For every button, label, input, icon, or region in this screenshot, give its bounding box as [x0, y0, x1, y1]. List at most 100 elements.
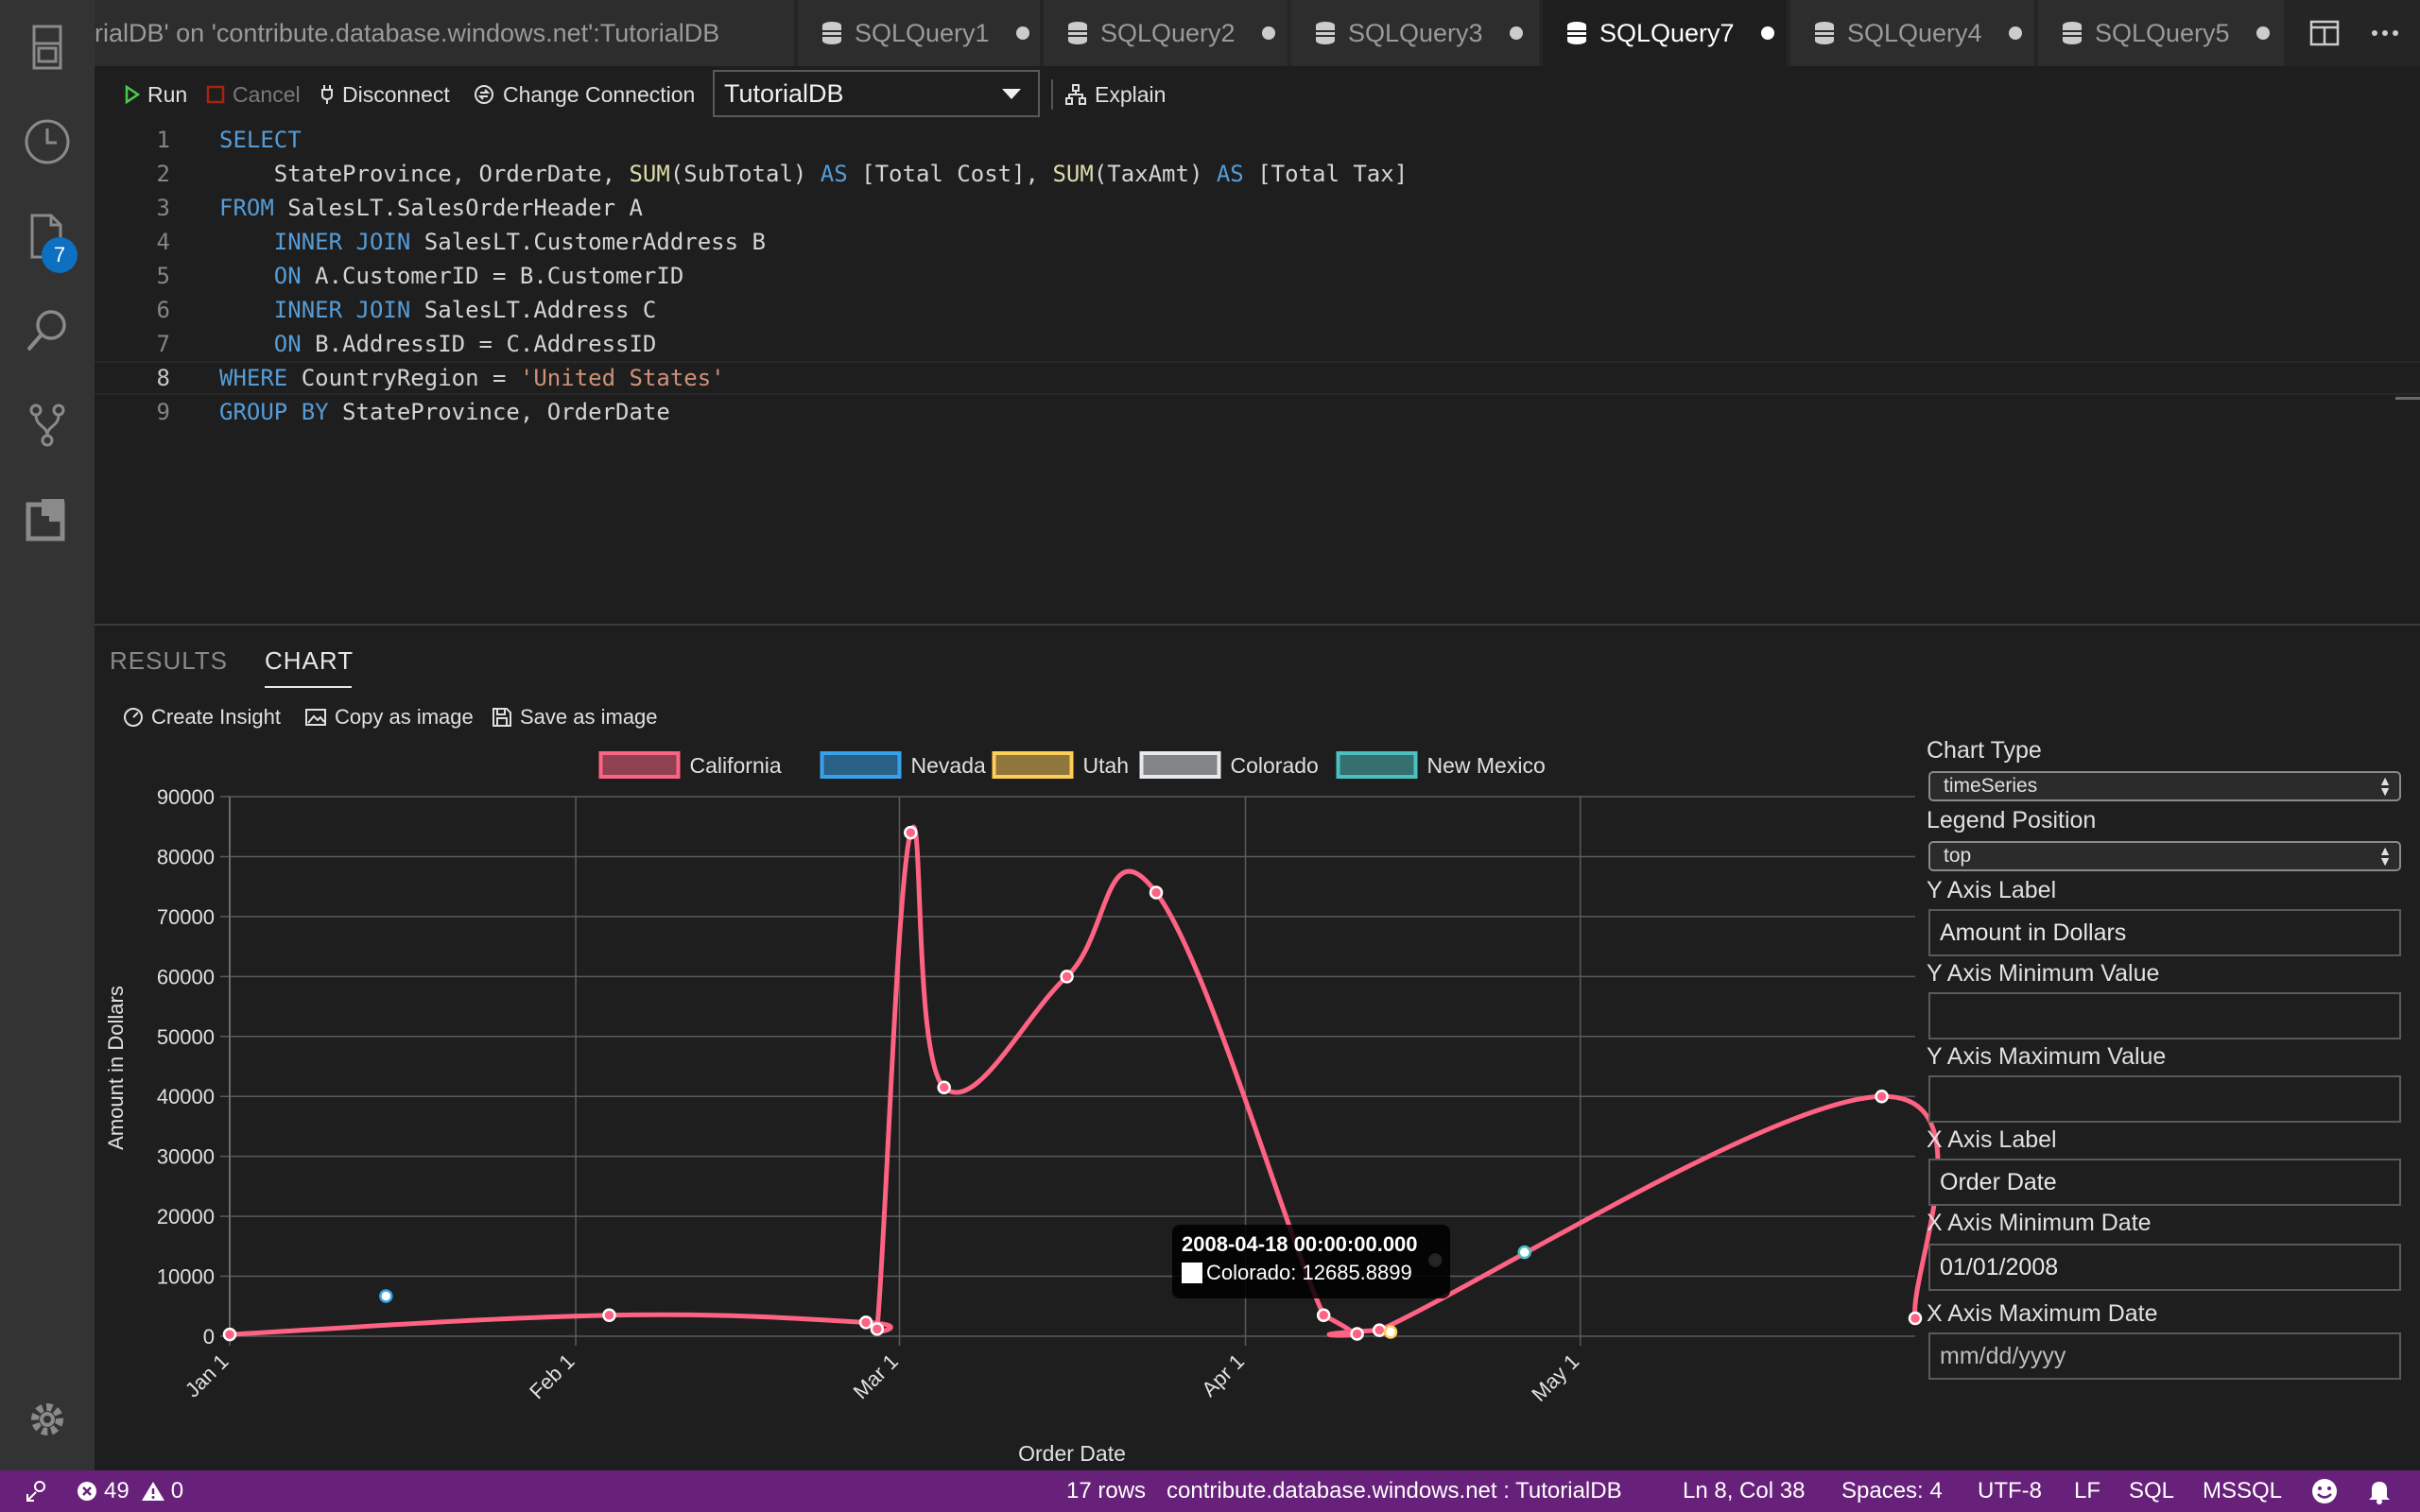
database-select-value: TutorialDB — [724, 78, 844, 108]
unsaved-dot-icon[interactable] — [2008, 26, 2022, 40]
x-axis-max-input[interactable]: mm/dd/yyyy — [1928, 1332, 2401, 1380]
create-insight-button[interactable]: Create Insight — [123, 703, 281, 731]
sql-editor[interactable]: 1 SELECT 2 StateProvince, OrderDate, SUM… — [95, 123, 2420, 624]
code-line: 3 FROM SalesLT.SalesOrderHeader A — [95, 191, 2420, 225]
database-select[interactable]: TutorialDB — [713, 70, 1040, 117]
database-icon — [822, 22, 841, 44]
search-icon[interactable] — [23, 306, 72, 355]
tab-sqlquery5[interactable]: SQLQuery5 — [2038, 0, 2286, 66]
save-as-image-button[interactable]: Save as image — [492, 703, 658, 731]
code-text: FROM SalesLT.SalesOrderHeader A — [219, 195, 643, 221]
line-number: 9 — [156, 399, 170, 425]
save-icon — [493, 708, 511, 727]
code-text: SELECT — [219, 127, 302, 153]
encoding[interactable]: UTF-8 — [1978, 1470, 2042, 1512]
x-axis-min-input[interactable]: 01/01/2008 — [1928, 1244, 2401, 1291]
code-line: 9 GROUP BY StateProvince, OrderDate — [95, 395, 2420, 429]
tab-label: SQLQuery4 — [1847, 18, 1982, 47]
chart-type-value: timeSeries — [1944, 775, 2038, 797]
x-axis-label-input[interactable]: Order Date — [1928, 1159, 2401, 1206]
connection-status[interactable]: contribute.database.windows.net : Tutori… — [1167, 1470, 1622, 1512]
tab-label: SQLQuery1 — [855, 18, 990, 47]
more-actions-icon[interactable] — [2369, 17, 2401, 49]
chart-tooltip: 2008-04-18 00:00:00.000 Colorado: 12685.… — [1172, 1225, 1450, 1298]
tab-chart[interactable]: CHART — [265, 646, 354, 676]
overview-ruler-marker — [2395, 397, 2420, 400]
database-icon — [1815, 22, 1834, 44]
database-icon — [1567, 22, 1586, 44]
explain-button[interactable]: Explain — [1064, 79, 1166, 110]
tab-bar: rialDB' on 'contribute.database.windows.… — [95, 0, 2420, 66]
change-connection-icon — [475, 85, 493, 104]
code-line: 4 INNER JOIN SalesLT.CustomerAddress B — [95, 225, 2420, 259]
tab-sqlquery2[interactable]: SQLQuery2 — [1044, 0, 1289, 66]
run-button[interactable]: Run — [125, 79, 187, 110]
change-connection-button[interactable]: Change Connection — [473, 79, 695, 110]
y-axis-label-input[interactable]: Amount in Dollars — [1928, 909, 2401, 956]
remote-icon[interactable] — [25, 1470, 49, 1512]
unsaved-dot-icon[interactable] — [1015, 26, 1029, 40]
tooltip-label: Colorado: 12685.8899 — [1206, 1261, 1412, 1284]
history-icon[interactable] — [23, 117, 72, 166]
x-axis-max-placeholder: mm/dd/yyyy — [1940, 1342, 2066, 1369]
tab-results[interactable]: RESULTS — [110, 646, 228, 676]
cancel-label: Cancel — [233, 81, 301, 107]
tab-sqlquery4[interactable]: SQLQuery4 — [1790, 0, 2036, 66]
chart-type-select[interactable]: timeSeries ▲ ▼ — [1928, 771, 2401, 801]
tab-sqlquery1[interactable]: SQLQuery1 — [798, 0, 1042, 66]
unsaved-dot-icon[interactable] — [1261, 26, 1275, 40]
tooltip-title: 2008-04-18 00:00:00.000 — [1182, 1232, 1418, 1256]
x-axis-max-label: X Axis Maximum Date — [1927, 1300, 2158, 1327]
chevron-down-icon — [1002, 89, 1021, 99]
code-text: INNER JOIN SalesLT.Address C — [273, 297, 657, 323]
provider[interactable]: MSSQL — [2203, 1470, 2282, 1512]
y-axis-max-label: Y Axis Maximum Value — [1927, 1043, 2167, 1070]
explorer-icon[interactable] — [23, 23, 72, 72]
indentation[interactable]: Spaces: 4 — [1841, 1470, 1943, 1512]
y-axis-max-input[interactable] — [1928, 1075, 2401, 1123]
tab-sqlquery3[interactable]: SQLQuery3 — [1291, 0, 1541, 66]
problems-indicator[interactable]: 49 0 — [76, 1470, 183, 1512]
select-arrows-icon: ▲ ▼ — [2378, 773, 2392, 799]
settings-gear-icon[interactable] — [26, 1399, 68, 1440]
legend-position-select[interactable]: top ▲ ▼ — [1928, 841, 2401, 871]
tab-label: SQLQuery5 — [2095, 18, 2230, 47]
legend-position-label: Legend Position — [1927, 807, 2097, 833]
feedback-smiley-icon[interactable] — [2310, 1470, 2339, 1512]
code-line: 6 INNER JOIN SalesLT.Address C — [95, 293, 2420, 327]
tooltip-swatch — [1182, 1263, 1202, 1283]
split-editor-icon[interactable] — [2308, 17, 2341, 49]
code-line-current: 8 WHERE CountryRegion = 'United States' — [95, 361, 2420, 395]
line-number: 8 — [156, 365, 170, 391]
disconnect-button[interactable]: Disconnect — [320, 79, 450, 110]
run-label: Run — [147, 81, 188, 107]
extensions-icon[interactable] — [23, 495, 72, 544]
tab-sqlquery7[interactable]: SQLQuery7 — [1543, 0, 1789, 66]
tab-label: SQLQuery2 — [1100, 18, 1236, 47]
unsaved-dot-icon[interactable] — [1509, 26, 1523, 40]
code-line: 2 StateProvince, OrderDate, SUM(SubTotal… — [95, 157, 2420, 191]
cursor-position[interactable]: Ln 8, Col 38 — [1683, 1470, 1805, 1512]
code-text: INNER JOIN SalesLT.CustomerAddress B — [273, 229, 766, 255]
database-icon — [1316, 22, 1335, 44]
y-axis-min-label: Y Axis Minimum Value — [1927, 960, 2160, 987]
tab-label: SQLQuery3 — [1348, 18, 1483, 47]
x-axis-min-label: X Axis Minimum Date — [1927, 1210, 2152, 1236]
unsaved-dot-icon[interactable] — [1760, 26, 1774, 40]
tab-label: rialDB' on 'contribute.database.windows.… — [95, 18, 720, 47]
source-control-icon[interactable] — [23, 401, 72, 450]
notifications-bell-icon[interactable] — [2367, 1470, 2392, 1512]
create-insight-label: Create Insight — [151, 705, 281, 729]
language-mode[interactable]: SQL — [2129, 1470, 2174, 1512]
tab-tutorialdb-connection[interactable]: rialDB' on 'contribute.database.windows.… — [95, 0, 796, 66]
line-number: 7 — [156, 331, 170, 357]
change-connection-label: Change Connection — [503, 81, 696, 107]
image-icon — [305, 709, 326, 726]
cancel-button[interactable]: Cancel — [206, 79, 301, 110]
end-of-line[interactable]: LF — [2074, 1470, 2100, 1512]
code-line: 7 ON B.AddressID = C.AddressID — [95, 327, 2420, 361]
y-axis-min-input[interactable] — [1928, 992, 2401, 1040]
copy-as-image-button[interactable]: Copy as image — [304, 703, 474, 731]
unsaved-dot-icon[interactable] — [2256, 26, 2270, 40]
database-icon — [2063, 22, 2082, 44]
